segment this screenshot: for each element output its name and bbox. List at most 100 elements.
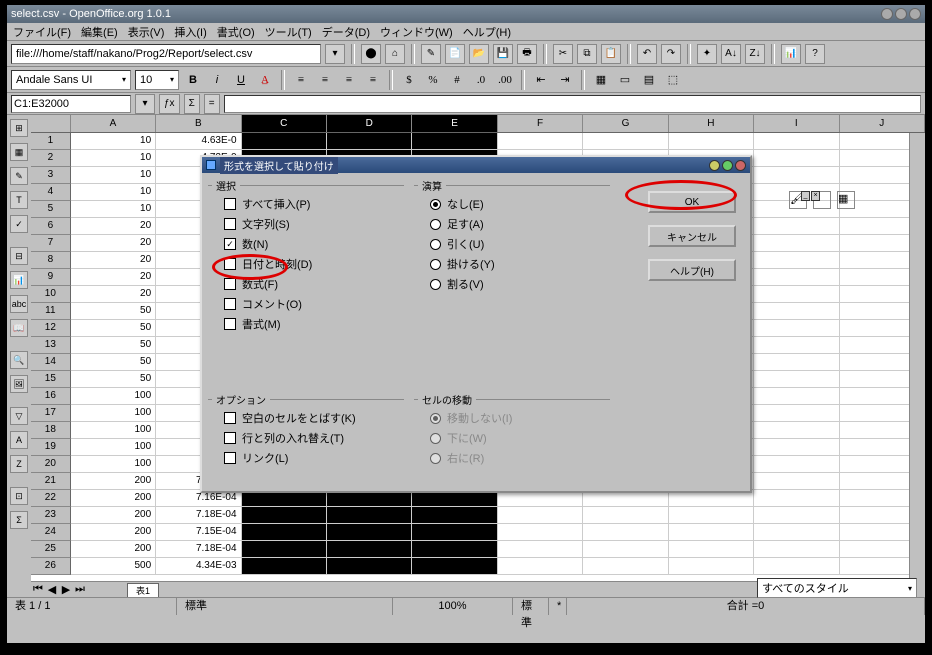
- cell[interactable]: [754, 541, 839, 558]
- align-justify-icon[interactable]: ≡: [363, 70, 383, 90]
- cell[interactable]: [754, 490, 839, 507]
- cell[interactable]: [583, 558, 668, 575]
- cell[interactable]: 200: [71, 541, 156, 558]
- row-header[interactable]: 21: [31, 473, 71, 490]
- radio-op-subtract[interactable]: 引く(U): [430, 234, 610, 254]
- col-header-c[interactable]: C: [242, 115, 327, 132]
- cell[interactable]: [412, 507, 497, 524]
- tab-first-icon[interactable]: ⏮: [31, 583, 45, 596]
- dropdown-icon[interactable]: ▾: [325, 44, 345, 64]
- indent-dec-icon[interactable]: ⇤: [531, 70, 551, 90]
- radio-op-multiply[interactable]: 掛ける(Y): [430, 254, 610, 274]
- menu-data[interactable]: データ(D): [322, 24, 370, 40]
- cell[interactable]: [754, 133, 839, 150]
- cell[interactable]: [242, 558, 327, 575]
- dock-close-icon[interactable]: ×: [811, 191, 820, 201]
- cell[interactable]: 20: [71, 252, 156, 269]
- tool-find-icon[interactable]: 🔍: [10, 351, 28, 369]
- cell[interactable]: 50: [71, 371, 156, 388]
- dialog-sysmenu-icon[interactable]: [206, 160, 216, 170]
- cell[interactable]: 500: [71, 558, 156, 575]
- cell[interactable]: [754, 167, 839, 184]
- tool-sort-za-icon[interactable]: Z: [10, 455, 28, 473]
- row-header[interactable]: 6: [31, 218, 71, 235]
- tool-filter-icon[interactable]: ▽: [10, 407, 28, 425]
- cell[interactable]: [754, 218, 839, 235]
- help-icon[interactable]: ?: [805, 44, 825, 64]
- row-header[interactable]: 8: [31, 252, 71, 269]
- cell[interactable]: [754, 286, 839, 303]
- name-box[interactable]: C1:E32000: [11, 95, 131, 113]
- menu-tools[interactable]: ツール(T): [265, 24, 312, 40]
- cell[interactable]: [754, 558, 839, 575]
- url-input[interactable]: [11, 44, 321, 64]
- cell[interactable]: [412, 558, 497, 575]
- cell[interactable]: 7.15E-04: [156, 524, 241, 541]
- cell[interactable]: [754, 337, 839, 354]
- cell[interactable]: [242, 507, 327, 524]
- checkbox-numbers[interactable]: ✓数(N): [224, 234, 404, 254]
- cell[interactable]: 100: [71, 422, 156, 439]
- cell[interactable]: 20: [71, 235, 156, 252]
- dialog-close-icon[interactable]: [735, 160, 746, 171]
- cell[interactable]: [754, 456, 839, 473]
- cell[interactable]: 100: [71, 456, 156, 473]
- cell[interactable]: 10: [71, 184, 156, 201]
- cell[interactable]: 50: [71, 303, 156, 320]
- close-icon[interactable]: [909, 8, 921, 20]
- function-wizard-icon[interactable]: ƒx: [159, 94, 180, 114]
- cell[interactable]: [754, 320, 839, 337]
- redo-icon[interactable]: ↷: [661, 44, 681, 64]
- cell[interactable]: 100: [71, 439, 156, 456]
- align-left-icon[interactable]: ≡: [291, 70, 311, 90]
- cell[interactable]: [754, 473, 839, 490]
- radio-op-divide[interactable]: 割る(V): [430, 274, 610, 294]
- cell[interactable]: 200: [71, 524, 156, 541]
- row-header[interactable]: 7: [31, 235, 71, 252]
- merge-icon[interactable]: ⬚: [663, 70, 683, 90]
- col-header-g[interactable]: G: [583, 115, 668, 132]
- dialog-maximize-icon[interactable]: [722, 160, 733, 171]
- cell[interactable]: [498, 133, 583, 150]
- sum-icon[interactable]: Σ: [184, 94, 200, 114]
- cell[interactable]: [327, 524, 412, 541]
- row-header[interactable]: 3: [31, 167, 71, 184]
- cell[interactable]: [242, 133, 327, 150]
- italic-button[interactable]: i: [207, 70, 227, 90]
- cell[interactable]: [754, 371, 839, 388]
- copy-icon[interactable]: ⧉: [577, 44, 597, 64]
- cell[interactable]: 4.63E-0: [156, 133, 241, 150]
- grid-toggle-icon[interactable]: ▦: [837, 191, 855, 209]
- tool-spell-icon[interactable]: abc: [10, 295, 28, 313]
- menu-edit[interactable]: 編集(E): [81, 24, 118, 40]
- checkbox-strings[interactable]: 文字列(S): [224, 214, 404, 234]
- menu-file[interactable]: ファイル(F): [13, 24, 71, 40]
- ok-button[interactable]: OK: [648, 191, 736, 213]
- tool-text-icon[interactable]: T: [10, 191, 28, 209]
- tab-prev-icon[interactable]: ◀: [45, 583, 59, 596]
- cell[interactable]: [754, 354, 839, 371]
- cell[interactable]: [754, 150, 839, 167]
- row-header[interactable]: 1: [31, 133, 71, 150]
- row-header[interactable]: 2: [31, 150, 71, 167]
- radio-op-none[interactable]: なし(E): [430, 194, 610, 214]
- row-header[interactable]: 18: [31, 422, 71, 439]
- cell[interactable]: 50: [71, 354, 156, 371]
- row-header[interactable]: 23: [31, 507, 71, 524]
- help-button[interactable]: ヘルプ(H): [648, 259, 736, 281]
- name-dropdown-icon[interactable]: ▾: [135, 94, 155, 114]
- number-icon[interactable]: #: [447, 70, 467, 90]
- dec-dec-icon[interactable]: .00: [495, 70, 515, 90]
- cell[interactable]: [498, 541, 583, 558]
- cell[interactable]: 20: [71, 218, 156, 235]
- cell[interactable]: [754, 507, 839, 524]
- stop-icon[interactable]: ⬤: [361, 44, 381, 64]
- row-header[interactable]: 14: [31, 354, 71, 371]
- status-zoom[interactable]: 100%: [393, 598, 513, 615]
- cell[interactable]: [754, 252, 839, 269]
- bg-color-icon[interactable]: ▭: [615, 70, 635, 90]
- cell[interactable]: 50: [71, 320, 156, 337]
- tool-thesaurus-icon[interactable]: 📖: [10, 319, 28, 337]
- cell[interactable]: [583, 541, 668, 558]
- row-header[interactable]: 13: [31, 337, 71, 354]
